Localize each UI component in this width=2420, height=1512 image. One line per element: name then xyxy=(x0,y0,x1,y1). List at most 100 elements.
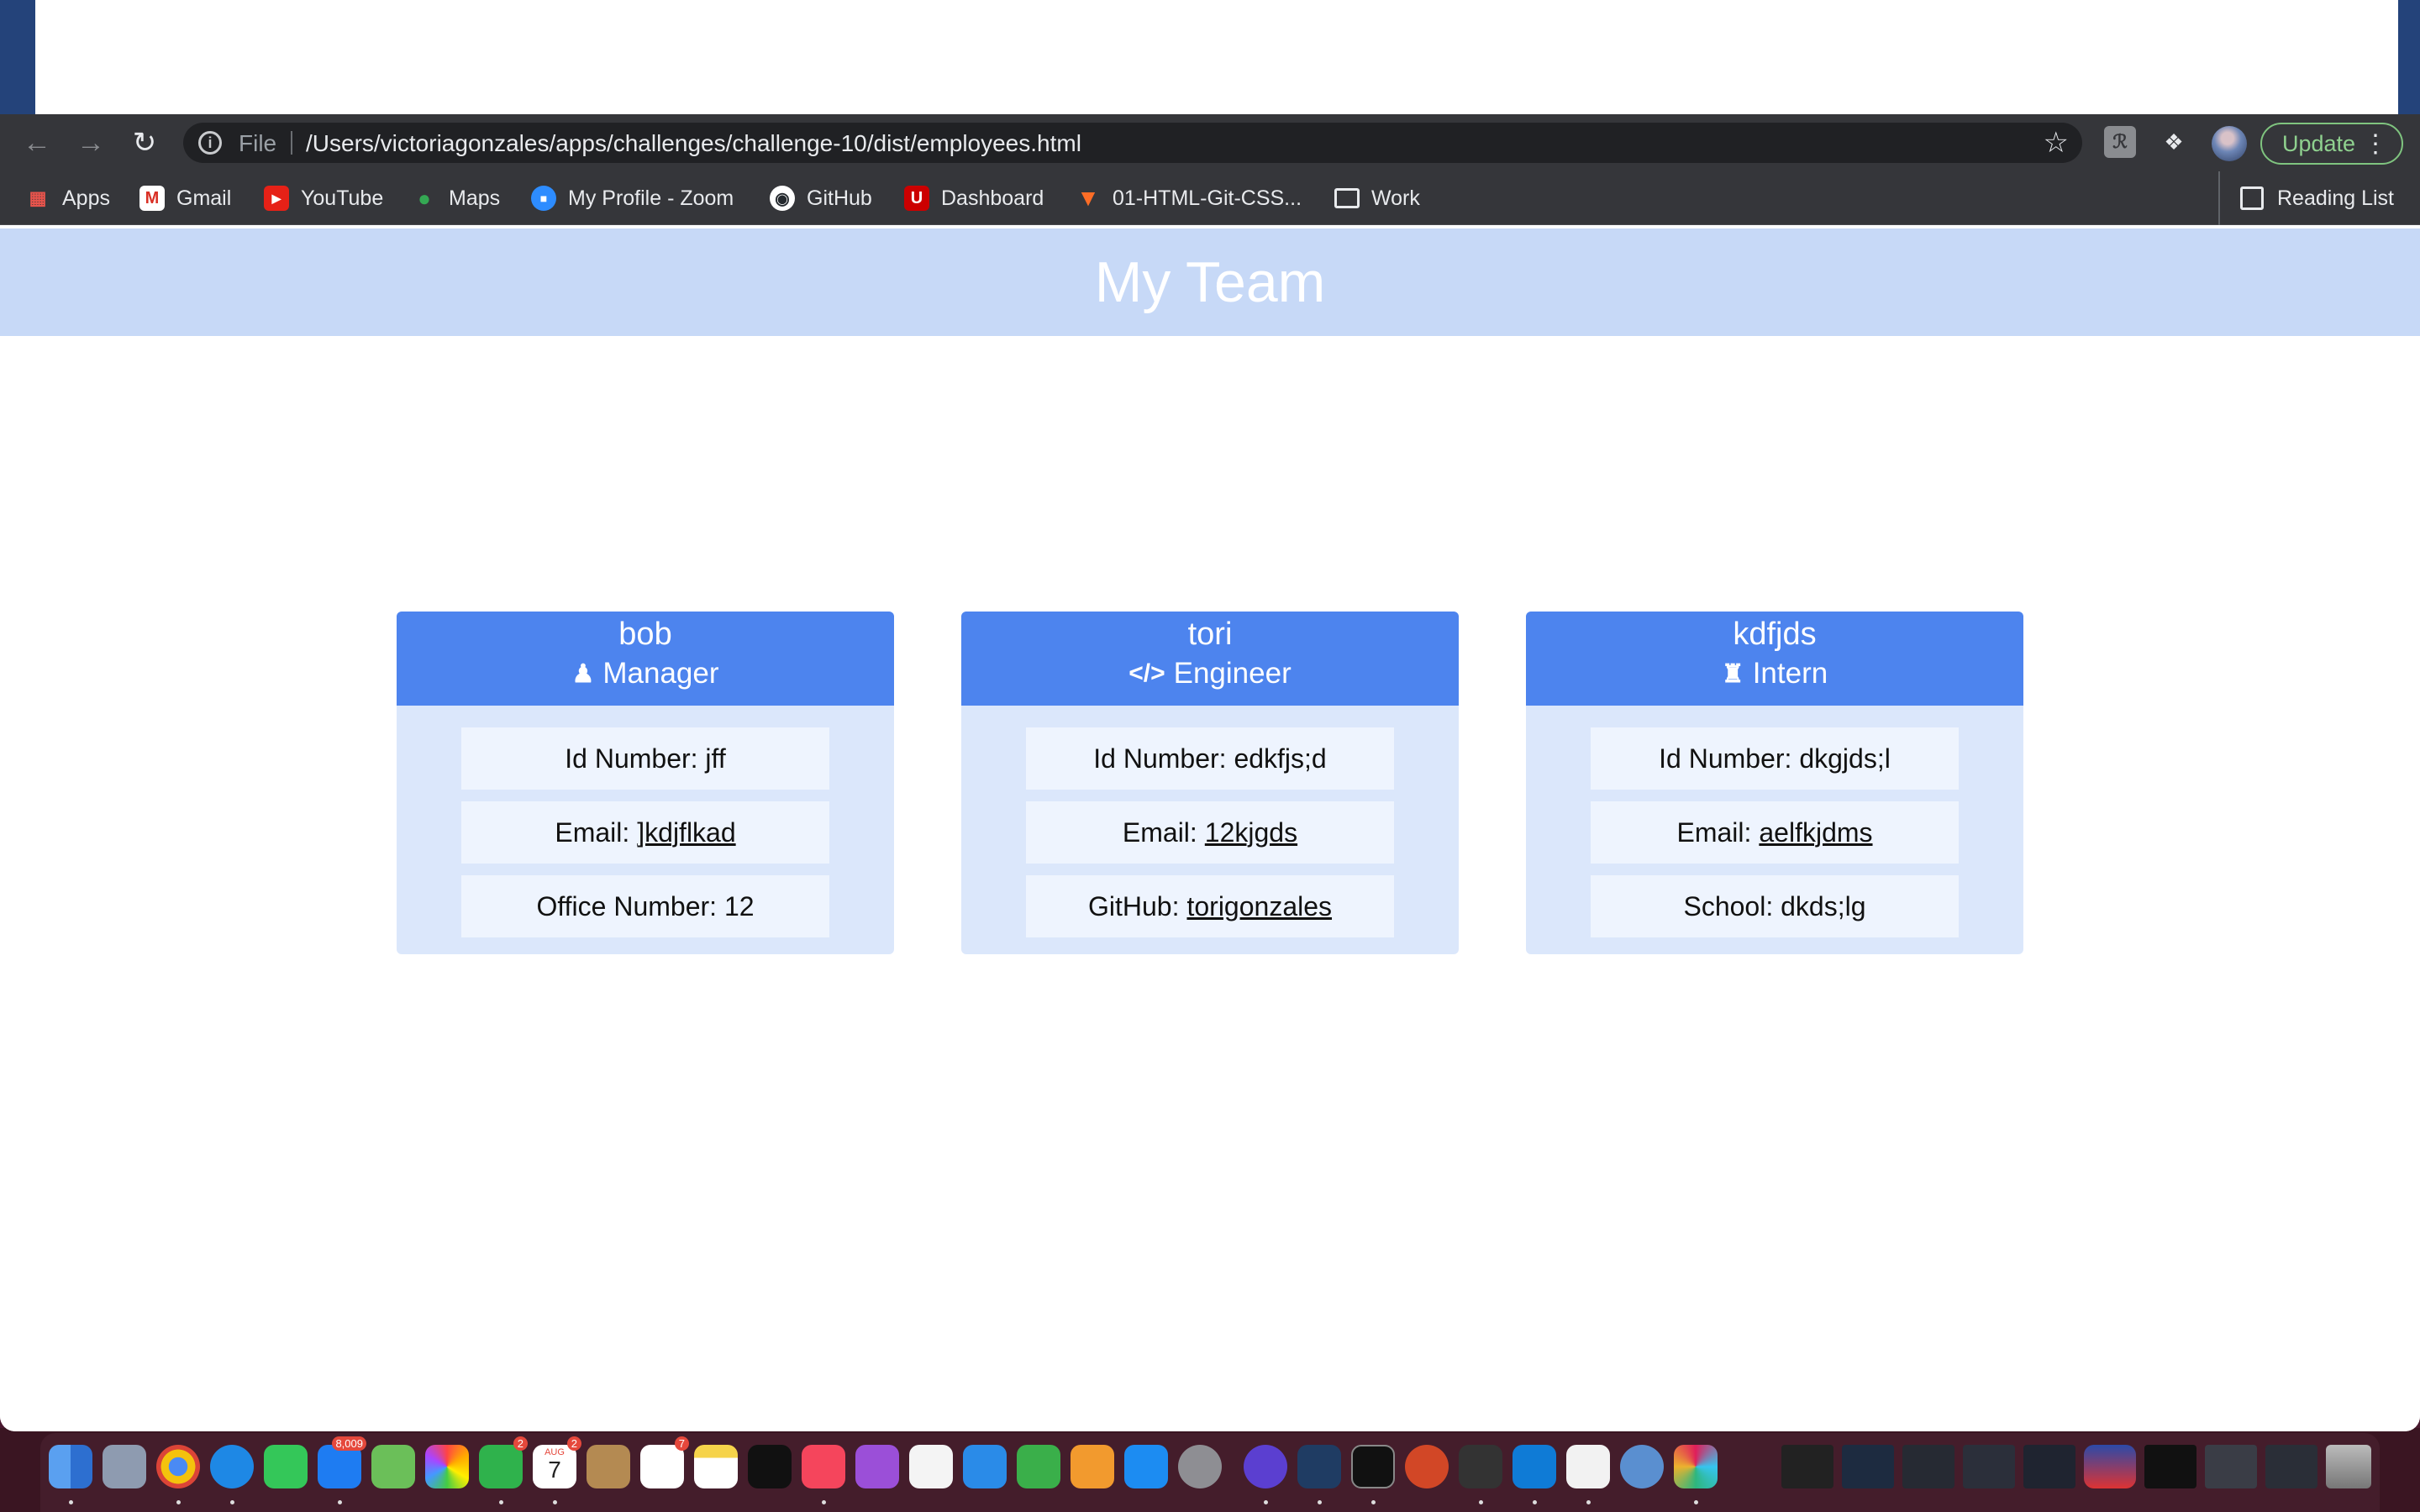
email-row: Email: 12kjgds xyxy=(1026,801,1394,864)
bookmark-label: Work xyxy=(1371,186,1420,210)
mail-icon[interactable]: 8,009 xyxy=(318,1436,366,1488)
reload-icon[interactable]: ↻ xyxy=(126,124,163,161)
insomnia-icon[interactable] xyxy=(1459,1445,1502,1488)
window-thumbnail[interactable] xyxy=(1781,1445,1833,1488)
running-indicator xyxy=(176,1500,181,1504)
window-thumbnail[interactable] xyxy=(2144,1445,2196,1488)
employee-name: tori xyxy=(1187,617,1233,652)
running-indicator xyxy=(1586,1500,1591,1504)
window-thumbnail[interactable] xyxy=(1902,1445,1954,1488)
reading-list-icon xyxy=(2240,186,2264,210)
profile-avatar[interactable] xyxy=(2212,126,2247,161)
news-icon[interactable] xyxy=(909,1445,953,1488)
running-indicator xyxy=(553,1500,557,1504)
notes-icon[interactable] xyxy=(694,1445,738,1488)
reminders-icon[interactable]: 7 xyxy=(640,1436,689,1488)
email-link[interactable]: ]kdjflkad xyxy=(637,817,735,848)
window-thumbnail[interactable] xyxy=(2084,1445,2136,1488)
calendar-icon[interactable]: AUG 7 2 xyxy=(533,1436,581,1488)
address-bar[interactable]: i File /Users/victoriagonzales/apps/chal… xyxy=(183,123,2082,163)
powerpoint-icon[interactable] xyxy=(1405,1445,1449,1488)
bookmark-github[interactable]: ◉ GitHub xyxy=(770,171,872,225)
bookmark-label: YouTube xyxy=(301,186,384,210)
bookmarks-bar: ▦ Apps M Gmail ▶ YouTube ● Maps ■ My Pro… xyxy=(0,171,2420,225)
team-banner: My Team xyxy=(0,228,2420,336)
window-thumbnail[interactable] xyxy=(2023,1445,2075,1488)
info-icon[interactable]: i xyxy=(198,131,222,155)
bookmark-zoom[interactable]: ■ My Profile - Zoom xyxy=(531,171,734,225)
bookmark-youtube[interactable]: ▶ YouTube xyxy=(264,171,383,225)
chrome-icon[interactable] xyxy=(156,1445,200,1488)
email-link[interactable]: 12kjgds xyxy=(1205,817,1297,848)
running-indicator xyxy=(1371,1500,1376,1504)
bookmark-label: My Profile - Zoom xyxy=(568,186,734,210)
update-button[interactable]: Update ⋮ xyxy=(2260,123,2403,165)
extension-icon[interactable]: ℛ xyxy=(2104,126,2136,158)
terminal-icon[interactable] xyxy=(1351,1445,1395,1488)
employee-card-intern: kdfjds ♜ Intern Id Number: dkgjds;l Emai… xyxy=(1526,612,2023,954)
employee-role: </> Engineer xyxy=(961,657,1459,690)
window-thumbnail[interactable] xyxy=(1842,1445,1894,1488)
textedit-icon[interactable] xyxy=(1566,1445,1610,1488)
system-preferences-icon[interactable] xyxy=(1178,1445,1222,1488)
quicktime-icon[interactable] xyxy=(1620,1445,1664,1488)
running-indicator xyxy=(1264,1500,1268,1504)
running-indicator xyxy=(1479,1500,1483,1504)
messages-icon[interactable] xyxy=(264,1445,308,1488)
back-arrow-icon[interactable]: ← xyxy=(18,124,55,161)
mail-badge: 8,009 xyxy=(332,1436,366,1451)
gmail-icon: M xyxy=(139,186,165,211)
manager-user-tie-icon: ♟ xyxy=(571,659,595,688)
facetime-icon[interactable]: 2 xyxy=(479,1436,528,1488)
window-thumbnail[interactable] xyxy=(2265,1445,2317,1488)
keynote-icon[interactable] xyxy=(963,1445,1007,1488)
address-url[interactable]: /Users/victoriagonzales/apps/challenges/… xyxy=(306,130,1081,157)
podcasts-icon[interactable] xyxy=(855,1445,899,1488)
bookmark-dashboard[interactable]: U Dashboard xyxy=(904,171,1044,225)
github-link[interactable]: torigonzales xyxy=(1186,891,1332,922)
gitlab-icon: ▼ xyxy=(1076,185,1100,211)
code-icon: </> xyxy=(1128,659,1165,687)
slack-icon[interactable] xyxy=(1674,1445,1718,1488)
window-thumbnail[interactable] xyxy=(2205,1445,2257,1488)
reading-list-button[interactable]: Reading List xyxy=(2218,171,2394,225)
window-thumbnail[interactable] xyxy=(1963,1445,2015,1488)
app-store-icon[interactable] xyxy=(1124,1445,1168,1488)
extensions-puzzle-icon[interactable]: ❖ xyxy=(2158,126,2190,158)
bookmark-star-icon[interactable]: ☆ xyxy=(2044,126,2069,160)
bookmark-gitlab[interactable]: ▼ 01-HTML-Git-CSS... xyxy=(1076,171,1302,225)
vscode-icon[interactable] xyxy=(1512,1445,1556,1488)
employee-role: ♜ Intern xyxy=(1526,657,2023,690)
safari-icon[interactable] xyxy=(210,1445,254,1488)
email-row: Email: aelfkjdms xyxy=(1591,801,1959,864)
page-title: My Team xyxy=(1094,250,1326,314)
launchpad-icon[interactable] xyxy=(103,1445,146,1488)
eclipse-icon[interactable] xyxy=(1244,1445,1287,1488)
update-label: Update xyxy=(2282,130,2356,156)
contacts-icon[interactable] xyxy=(587,1445,630,1488)
trash-icon[interactable] xyxy=(2326,1445,2371,1488)
zoom-icon: ■ xyxy=(531,186,556,211)
bookmark-label: 01-HTML-Git-CSS... xyxy=(1113,186,1302,210)
photos-icon[interactable] xyxy=(425,1445,469,1488)
folder-icon xyxy=(1334,188,1360,208)
finder-icon[interactable] xyxy=(49,1445,92,1488)
reading-list-label: Reading List xyxy=(2277,186,2394,210)
bookmark-apps[interactable]: ▦ Apps xyxy=(25,171,110,225)
music-icon[interactable] xyxy=(802,1445,845,1488)
bookmark-maps[interactable]: ● Maps xyxy=(412,171,500,225)
bookmark-folder-work[interactable]: Work xyxy=(1334,171,1420,225)
mysql-workbench-icon[interactable] xyxy=(1297,1445,1341,1488)
employee-role: ♟ Manager xyxy=(397,657,894,690)
maps-icon[interactable] xyxy=(371,1445,415,1488)
bookmark-label: Apps xyxy=(62,186,110,210)
more-menu-icon[interactable]: ⋮ xyxy=(2363,129,2388,159)
numbers-icon[interactable] xyxy=(1017,1445,1060,1488)
apple-tv-icon[interactable] xyxy=(748,1445,792,1488)
forward-arrow-icon[interactable]: → xyxy=(72,124,109,161)
email-link[interactable]: aelfkjdms xyxy=(1759,817,1872,848)
pages-icon[interactable] xyxy=(1071,1445,1114,1488)
running-indicator xyxy=(1694,1500,1698,1504)
email-prefix: Email: xyxy=(1676,816,1752,848)
bookmark-gmail[interactable]: M Gmail xyxy=(139,171,231,225)
